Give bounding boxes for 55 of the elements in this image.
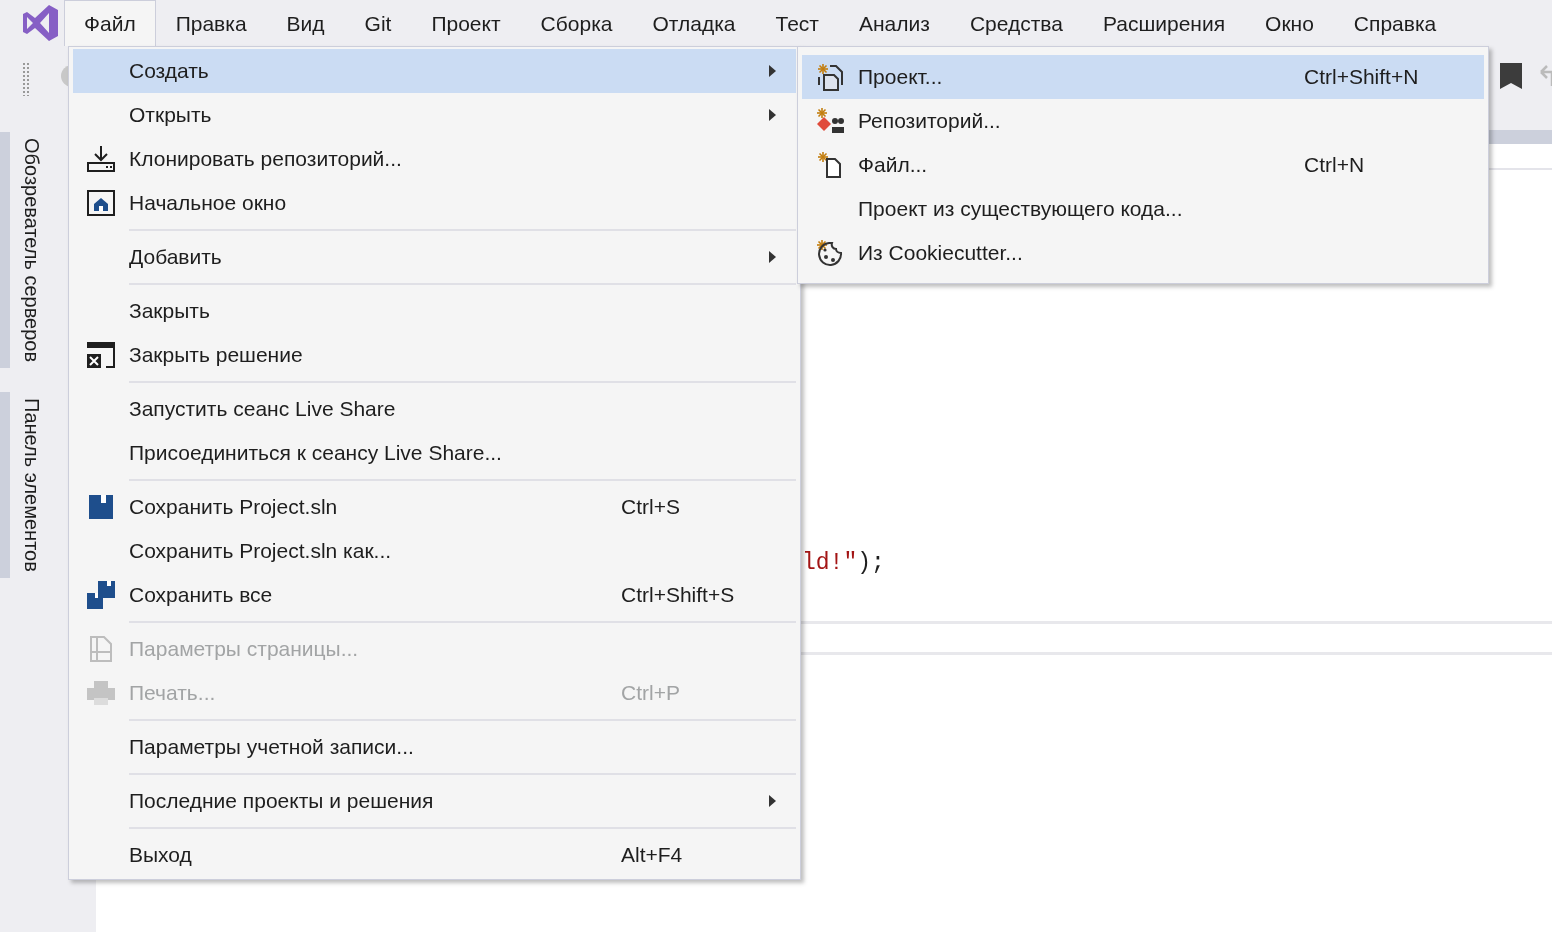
- menu-bar-item[interactable]: Правка: [155, 0, 267, 46]
- close-window-icon: [87, 342, 115, 368]
- new-file-icon: [816, 151, 844, 179]
- menu-bar-item[interactable]: Анализ: [838, 0, 950, 46]
- menu-item[interactable]: Добавить: [73, 235, 796, 279]
- menu-bar-item[interactable]: Расширения: [1082, 0, 1246, 46]
- bookmark-icon[interactable]: [1500, 63, 1522, 89]
- new-repository-icon: [815, 107, 845, 135]
- menu-item[interactable]: Проект из существующего кода...: [802, 187, 1484, 231]
- menu-item[interactable]: Выход Alt+F4: [73, 833, 796, 877]
- menu-bar-item[interactable]: Файл: [64, 0, 156, 46]
- menu-item[interactable]: Сохранить Project.sln Ctrl+S: [73, 485, 796, 529]
- menu-bar-item[interactable]: Проект: [411, 0, 521, 46]
- code-line: ld!");: [802, 550, 886, 576]
- menu-item[interactable]: Открыть: [73, 93, 796, 137]
- menu-item[interactable]: Сохранить все Ctrl+Shift+S: [73, 573, 796, 617]
- shortcut-label: Alt+F4: [621, 843, 683, 867]
- home-window-icon: [87, 190, 115, 216]
- menu-item[interactable]: Запустить сеанс Live Share: [73, 387, 796, 431]
- menu-item[interactable]: Начальное окно: [73, 181, 796, 225]
- menu-bar-item[interactable]: Сборка: [520, 0, 633, 46]
- menu-bar-item[interactable]: Средства: [949, 0, 1083, 46]
- menu-item[interactable]: Клонировать репозиторий...: [73, 137, 796, 181]
- menu-bar-item[interactable]: Отладка: [632, 0, 756, 46]
- download-tray-icon: [86, 145, 116, 173]
- shortcut-label: Ctrl+P: [621, 681, 680, 705]
- menu-item[interactable]: Проект... Ctrl+Shift+N: [802, 55, 1484, 99]
- shortcut-label: Ctrl+S: [621, 495, 680, 519]
- menu-item[interactable]: Создать: [73, 49, 796, 93]
- printer-icon: [86, 680, 116, 706]
- menu-item[interactable]: Из Cookiecutter...: [802, 231, 1484, 275]
- menu-item[interactable]: Присоединиться к сеансу Live Share...: [73, 431, 796, 475]
- menu-bar-item[interactable]: Вид: [266, 0, 345, 46]
- shortcut-label: Ctrl+Shift+N: [1304, 65, 1419, 89]
- page-icon: [90, 636, 112, 662]
- menu-item[interactable]: Файл... Ctrl+N: [802, 143, 1484, 187]
- save-all-icon: [86, 580, 116, 610]
- undo-arrow-icon[interactable]: [1540, 64, 1552, 88]
- new-pages-icon: [816, 63, 844, 91]
- shortcut-label: Ctrl+N: [1304, 153, 1365, 177]
- menu-item[interactable]: Параметры учетной записи...: [73, 725, 796, 769]
- logo-icon: [20, 3, 60, 43]
- menu-item[interactable]: Репозиторий...: [802, 99, 1484, 143]
- cookie-icon: [815, 239, 845, 267]
- menu-item[interactable]: Сохранить Project.sln как...: [73, 529, 796, 573]
- toolbar-grip-icon[interactable]: [22, 62, 30, 96]
- save-icon: [88, 494, 114, 520]
- menu-bar-item[interactable]: Git: [344, 0, 412, 46]
- menu-bar-item[interactable]: Окно: [1245, 0, 1334, 46]
- menu-item[interactable]: Последние проекты и решения: [73, 779, 796, 823]
- menu-item[interactable]: Закрыть решение: [73, 333, 796, 377]
- menu-bar-item[interactable]: Справка: [1333, 0, 1457, 46]
- menu-item[interactable]: Закрыть: [73, 289, 796, 333]
- menu-bar-item[interactable]: Тест: [755, 0, 839, 46]
- shortcut-label: Ctrl+Shift+S: [621, 583, 735, 607]
